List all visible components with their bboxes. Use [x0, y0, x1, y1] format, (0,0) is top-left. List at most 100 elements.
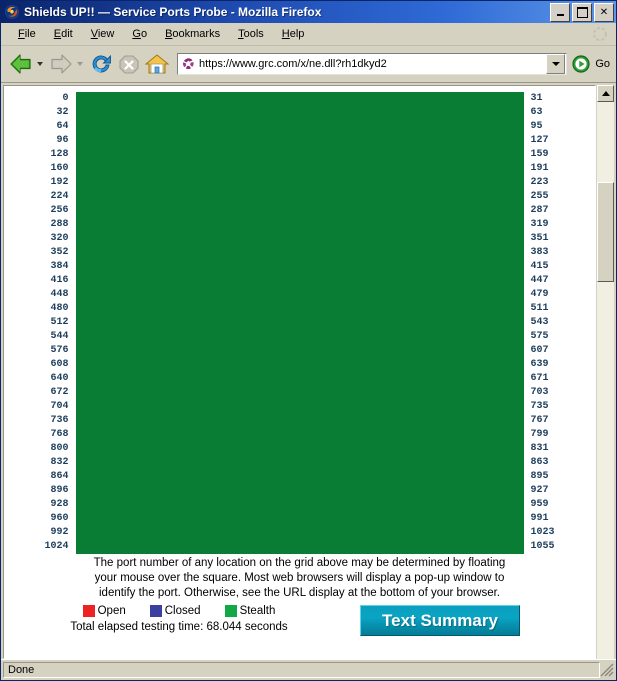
throbber-icon: [593, 27, 607, 41]
stop-button: [115, 51, 143, 77]
legend-block: Open Closed Stealth Total elapsed testin…: [4, 605, 354, 633]
grid-row-label-left: 160: [50, 163, 69, 174]
window-title: Shields UP!! — Service Ports Probe - Moz…: [24, 5, 322, 19]
scrollbar-track-below[interactable]: [597, 282, 614, 659]
grid-row-label-left: 832: [50, 457, 69, 468]
url-bar[interactable]: [177, 53, 568, 75]
legend-item-closed: Closed: [149, 605, 201, 617]
grid-row-label-right: 223: [530, 177, 549, 188]
back-button[interactable]: [7, 51, 35, 77]
menu-item-tools[interactable]: Tools: [229, 26, 273, 42]
close-button[interactable]: ✕: [594, 2, 614, 22]
grid-row-label-left: 544: [50, 331, 69, 342]
grid-row-label-right: 319: [530, 219, 549, 230]
stop-icon: [119, 55, 139, 74]
text-summary-button[interactable]: Text Summary: [360, 605, 520, 636]
minimize-button[interactable]: [550, 2, 570, 22]
legend: Open Closed Stealth: [4, 605, 354, 617]
grid-row-label-right: 671: [530, 373, 549, 384]
grid-row-label-right: 63: [530, 107, 543, 118]
grid-row-label-right: 287: [530, 205, 549, 216]
navigation-toolbar: Go: [1, 46, 616, 83]
menu-item-go[interactable]: Go: [123, 26, 156, 42]
reload-icon: [92, 54, 111, 73]
menu-item-view[interactable]: View: [82, 26, 124, 42]
scrollbar-track-above[interactable]: [597, 102, 614, 182]
scroll-up-button[interactable]: [597, 85, 614, 102]
grid-row-label-right: 703: [530, 387, 549, 398]
grid-row-label-left: 0: [62, 93, 69, 104]
resize-grip-icon[interactable]: [600, 663, 614, 677]
grid-row-label-right: 511: [530, 303, 549, 314]
scrollbar-thumb[interactable]: [597, 182, 614, 282]
grid-row-label-right: 863: [530, 457, 549, 468]
go-button[interactable]: Go: [571, 54, 610, 74]
window-titlebar: Shields UP!! — Service Ports Probe - Moz…: [1, 1, 616, 23]
grid-row-label-left: 480: [50, 303, 69, 314]
url-dropdown-button[interactable]: [546, 54, 566, 74]
grid-row-label-right: 255: [530, 191, 549, 202]
vertical-scrollbar[interactable]: [596, 85, 614, 659]
status-text: Done: [3, 662, 600, 678]
grid-row-label-right: 959: [530, 499, 549, 510]
grid-row-label-right: 159: [530, 149, 549, 160]
grid-row-label-left: 96: [56, 135, 69, 146]
home-button[interactable]: [143, 51, 171, 77]
back-history-dropdown[interactable]: [37, 62, 43, 66]
grid-row-label-right: 735: [530, 401, 549, 412]
grid-row-label-left: 768: [50, 429, 69, 440]
forward-history-dropdown[interactable]: [77, 62, 83, 66]
grid-row-label-left: 352: [50, 247, 69, 258]
grid-row-label-left: 672: [50, 387, 69, 398]
legend-and-actions-row: Open Closed Stealth Total elapsed testin…: [4, 605, 595, 658]
menu-item-help[interactable]: Help: [273, 26, 314, 42]
grid-row-label-left: 448: [50, 289, 69, 300]
grid-row-label-left: 992: [50, 527, 69, 538]
grid-row-label-right: 479: [530, 289, 549, 300]
grid-instructions-line2: your mouse over the square. Most web bro…: [94, 572, 505, 584]
go-arrow-icon: [572, 55, 590, 73]
grid-row-label-left: 288: [50, 219, 69, 230]
url-input[interactable]: [199, 56, 547, 72]
grid-row-label-left: 800: [50, 443, 69, 454]
grid-row-label-right: 1023: [530, 527, 555, 538]
grid-row-label-left: 608: [50, 359, 69, 370]
reload-button[interactable]: [87, 51, 115, 77]
grid-backdrop: [75, 92, 524, 554]
legend-label-open: Open: [97, 605, 126, 617]
minimize-icon: [556, 13, 564, 16]
grid-row-label-right: 447: [530, 275, 549, 286]
grid-row-label-left: 1024: [44, 541, 69, 552]
chevron-down-icon: [551, 62, 560, 66]
content-row: 0 31 32 63 64 95 96 127 128 159 160 191 192 223 224 255…: [1, 83, 616, 659]
grid-row-label-right: 351: [530, 233, 549, 244]
grid-row-label-left: 32: [56, 107, 69, 118]
menu-item-file[interactable]: File: [9, 26, 45, 42]
grid-row-label-left: 736: [50, 415, 69, 426]
menu-item-bookmarks[interactable]: Bookmarks: [156, 26, 229, 42]
grid-row-label-right: 639: [530, 359, 549, 370]
grid-row-label-left: 928: [50, 499, 69, 510]
legend-swatch-closed: [149, 605, 162, 617]
forward-button[interactable]: [47, 51, 75, 77]
legend-label-closed: Closed: [164, 605, 201, 617]
grid-row-label-right: 415: [530, 261, 549, 272]
go-label: Go: [595, 58, 610, 70]
grid-row-label-left: 896: [50, 485, 69, 496]
legend-item-open: Open: [82, 605, 126, 617]
grid-row-label-left: 384: [50, 261, 69, 272]
maximize-button[interactable]: [572, 2, 592, 22]
grid-row-label-left: 640: [50, 373, 69, 384]
legend-swatch-stealth: [224, 605, 237, 617]
grid-row-label-left: 576: [50, 345, 69, 356]
page-content: 0 31 32 63 64 95 96 127 128 159 160 191 192 223 224 255…: [3, 85, 596, 659]
grid-instructions-line3: identify the port. Otherwise, see the UR…: [99, 587, 500, 599]
maximize-icon: [576, 6, 588, 18]
grid-row-label-right: 575: [530, 331, 549, 342]
legend-item-stealth: Stealth: [224, 605, 275, 617]
grid-row-label-left: 320: [50, 233, 69, 244]
back-arrow-icon: [10, 54, 31, 74]
firefox-logo-icon: [5, 5, 19, 19]
menu-item-edit[interactable]: Edit: [45, 26, 82, 42]
grid-row-label-left: 960: [50, 513, 69, 524]
